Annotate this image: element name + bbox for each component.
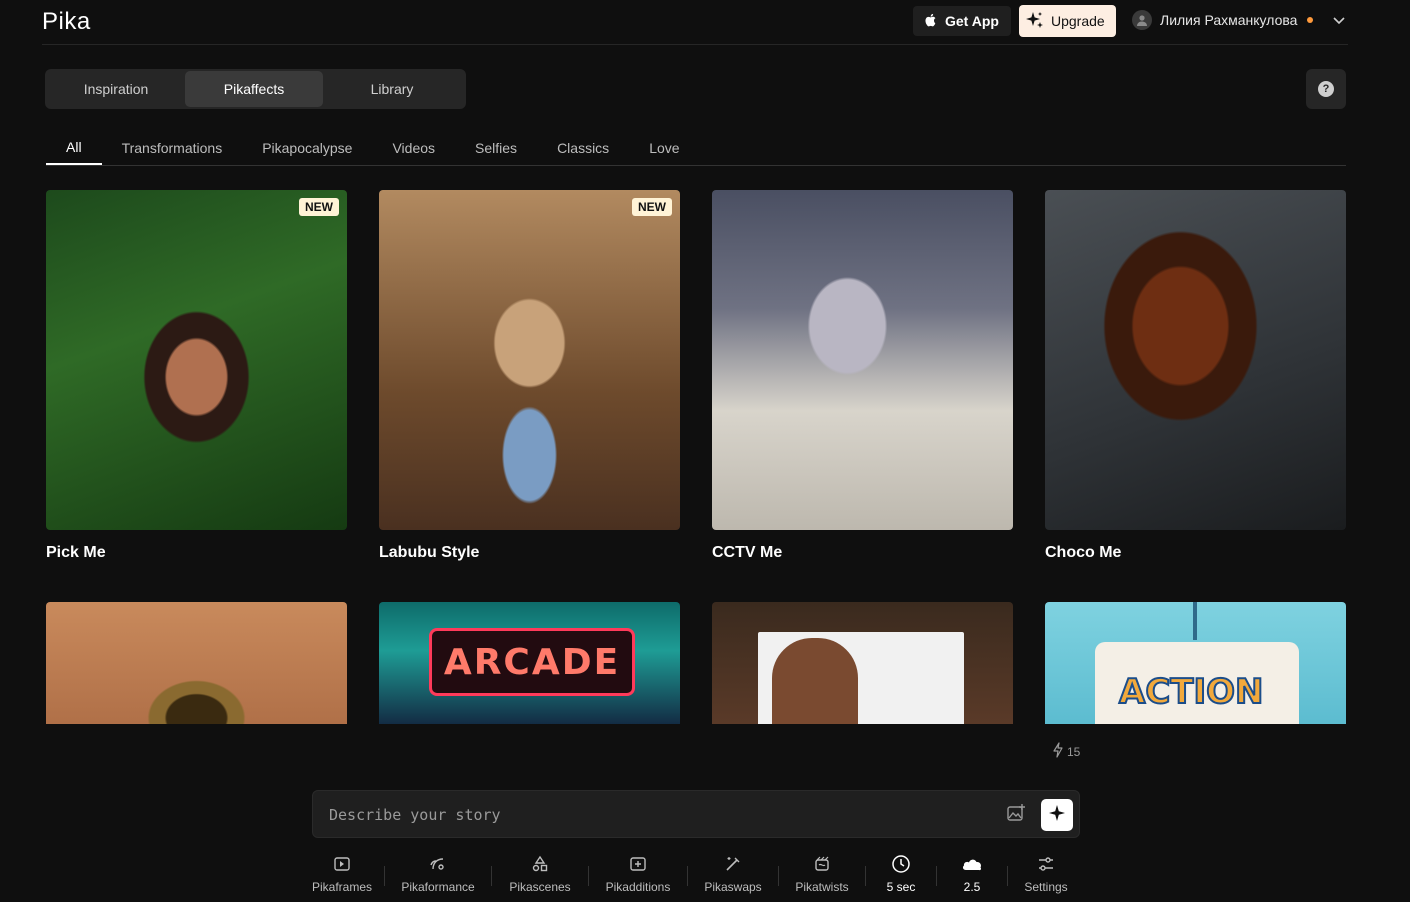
image-plus-icon [1006,803,1026,828]
card-thumbnail[interactable] [712,602,1013,724]
frames-icon [333,854,351,874]
tool-pikatwists[interactable]: Pikatwists [779,848,865,902]
hanger [1193,602,1197,640]
upgrade-button[interactable]: Upgrade [1019,5,1116,37]
tool-label: Pikaframes [311,880,373,894]
tab-love[interactable]: Love [629,130,699,165]
tab-pikapocalypse[interactable]: Pikapocalypse [242,130,372,165]
tab-videos[interactable]: Videos [372,130,455,165]
credits-count: 15 [1067,744,1081,759]
tab-classics[interactable]: Classics [537,130,629,165]
user-name: Лилия Рахманкулова [1160,12,1298,28]
tool-pikaframes[interactable]: Pikaframes [300,848,384,902]
pika-logo[interactable]: Pika [42,8,91,36]
card-title: CCTV Me [712,544,783,561]
lightning-icon [1052,742,1064,761]
effect-card-cctv-me[interactable]: CCTV Me [712,190,1013,562]
swap-wand-icon [724,854,742,874]
sparkle-icon [1025,10,1045,33]
tab-transformations[interactable]: Transformations [102,130,243,165]
mode-tabs: Inspiration Pikaffects Library [45,69,466,109]
get-app-label: Get App [945,13,999,29]
tool-label: Pikascenes [509,880,571,894]
clock-icon [891,854,911,874]
performance-icon [429,854,447,874]
tab-all[interactable]: All [46,130,102,165]
card-thumbnail[interactable]: NEW [379,190,680,530]
card-title: Choco Me [1045,544,1122,561]
help-icon: ? [1318,81,1334,97]
card-title: Pick Me [46,544,106,561]
twist-icon [813,854,831,874]
tool-pikascenes[interactable]: Pikascenes [492,848,588,902]
category-tabs: All Transformations Pikapocalypse Videos… [46,130,1346,166]
tab-selfies[interactable]: Selfies [455,130,537,165]
effect-card-eye[interactable] [46,602,347,724]
apple-icon [923,12,939,31]
effect-card-choco-me[interactable]: Choco Me [1045,190,1346,562]
polaroid-figure [772,638,858,724]
card-thumbnail[interactable] [46,602,347,724]
tab-pikaffects[interactable]: Pikaffects [185,71,323,107]
card-thumbnail[interactable]: ACTION [1045,602,1346,724]
shapes-icon [531,854,549,874]
prompt-box [312,790,1080,838]
tool-label: 2.5 [963,880,981,894]
bottom-toolbar: Pikaframes Pikaformance Pikascenes Pikad… [300,848,1084,902]
tool-label: Pikaformance [401,880,475,894]
upgrade-label: Upgrade [1051,13,1105,29]
tool-label: Pikatwists [795,880,849,894]
card-thumbnail[interactable]: NEW [46,190,347,530]
new-badge: NEW [632,198,672,216]
tool-label: Pikadditions [605,880,671,894]
tool-label: 5 sec [886,880,916,894]
header-divider [42,44,1348,45]
get-app-button[interactable]: Get App [913,6,1011,36]
avatar [1132,10,1152,30]
effect-card-polaroid[interactable] [712,602,1013,724]
duration-selector[interactable]: 5 sec [866,848,936,902]
tool-pikaformance[interactable]: Pikaformance [385,848,491,902]
effect-card-arcade[interactable]: ARCADE [379,602,680,724]
sliders-icon [1037,854,1055,874]
tool-settings[interactable]: Settings [1008,848,1084,902]
prompt-input[interactable] [327,799,991,831]
credits-indicator: 15 [1052,742,1080,761]
status-dot [1307,17,1314,23]
effect-card-labubu-style[interactable]: NEW Labubu Style [379,190,680,562]
new-badge: NEW [299,198,339,216]
tool-pikaswaps[interactable]: Pikaswaps [688,848,778,902]
effect-card-action-figure[interactable]: ACTION [1045,602,1346,724]
effect-card-pick-me[interactable]: NEW Pick Me [46,190,347,562]
generate-button[interactable] [1041,799,1073,831]
tab-library[interactable]: Library [323,71,461,107]
tab-inspiration[interactable]: Inspiration [47,71,185,107]
user-menu[interactable]: Лилия Рахманкулова [1132,10,1346,30]
sparkle-icon [1048,804,1066,827]
grid-bottom-edge [42,724,1348,726]
additions-icon [629,854,647,874]
help-button[interactable]: ? [1306,69,1346,109]
tool-pikadditions[interactable]: Pikadditions [589,848,687,902]
cloud-icon [961,854,983,874]
model-selector[interactable]: 2.5 [937,848,1007,902]
chevron-down-icon [1333,12,1346,28]
tool-label: Settings [1024,880,1068,894]
tool-label: Pikaswaps [704,880,762,894]
card-thumbnail[interactable]: ARCADE [379,602,680,724]
action-figure-text: ACTION [1118,671,1264,713]
card-thumbnail[interactable] [1045,190,1346,530]
arcade-sign: ARCADE [429,628,635,696]
card-thumbnail[interactable] [712,190,1013,530]
add-image-button[interactable] [1005,803,1027,828]
card-title: Labubu Style [379,544,480,561]
